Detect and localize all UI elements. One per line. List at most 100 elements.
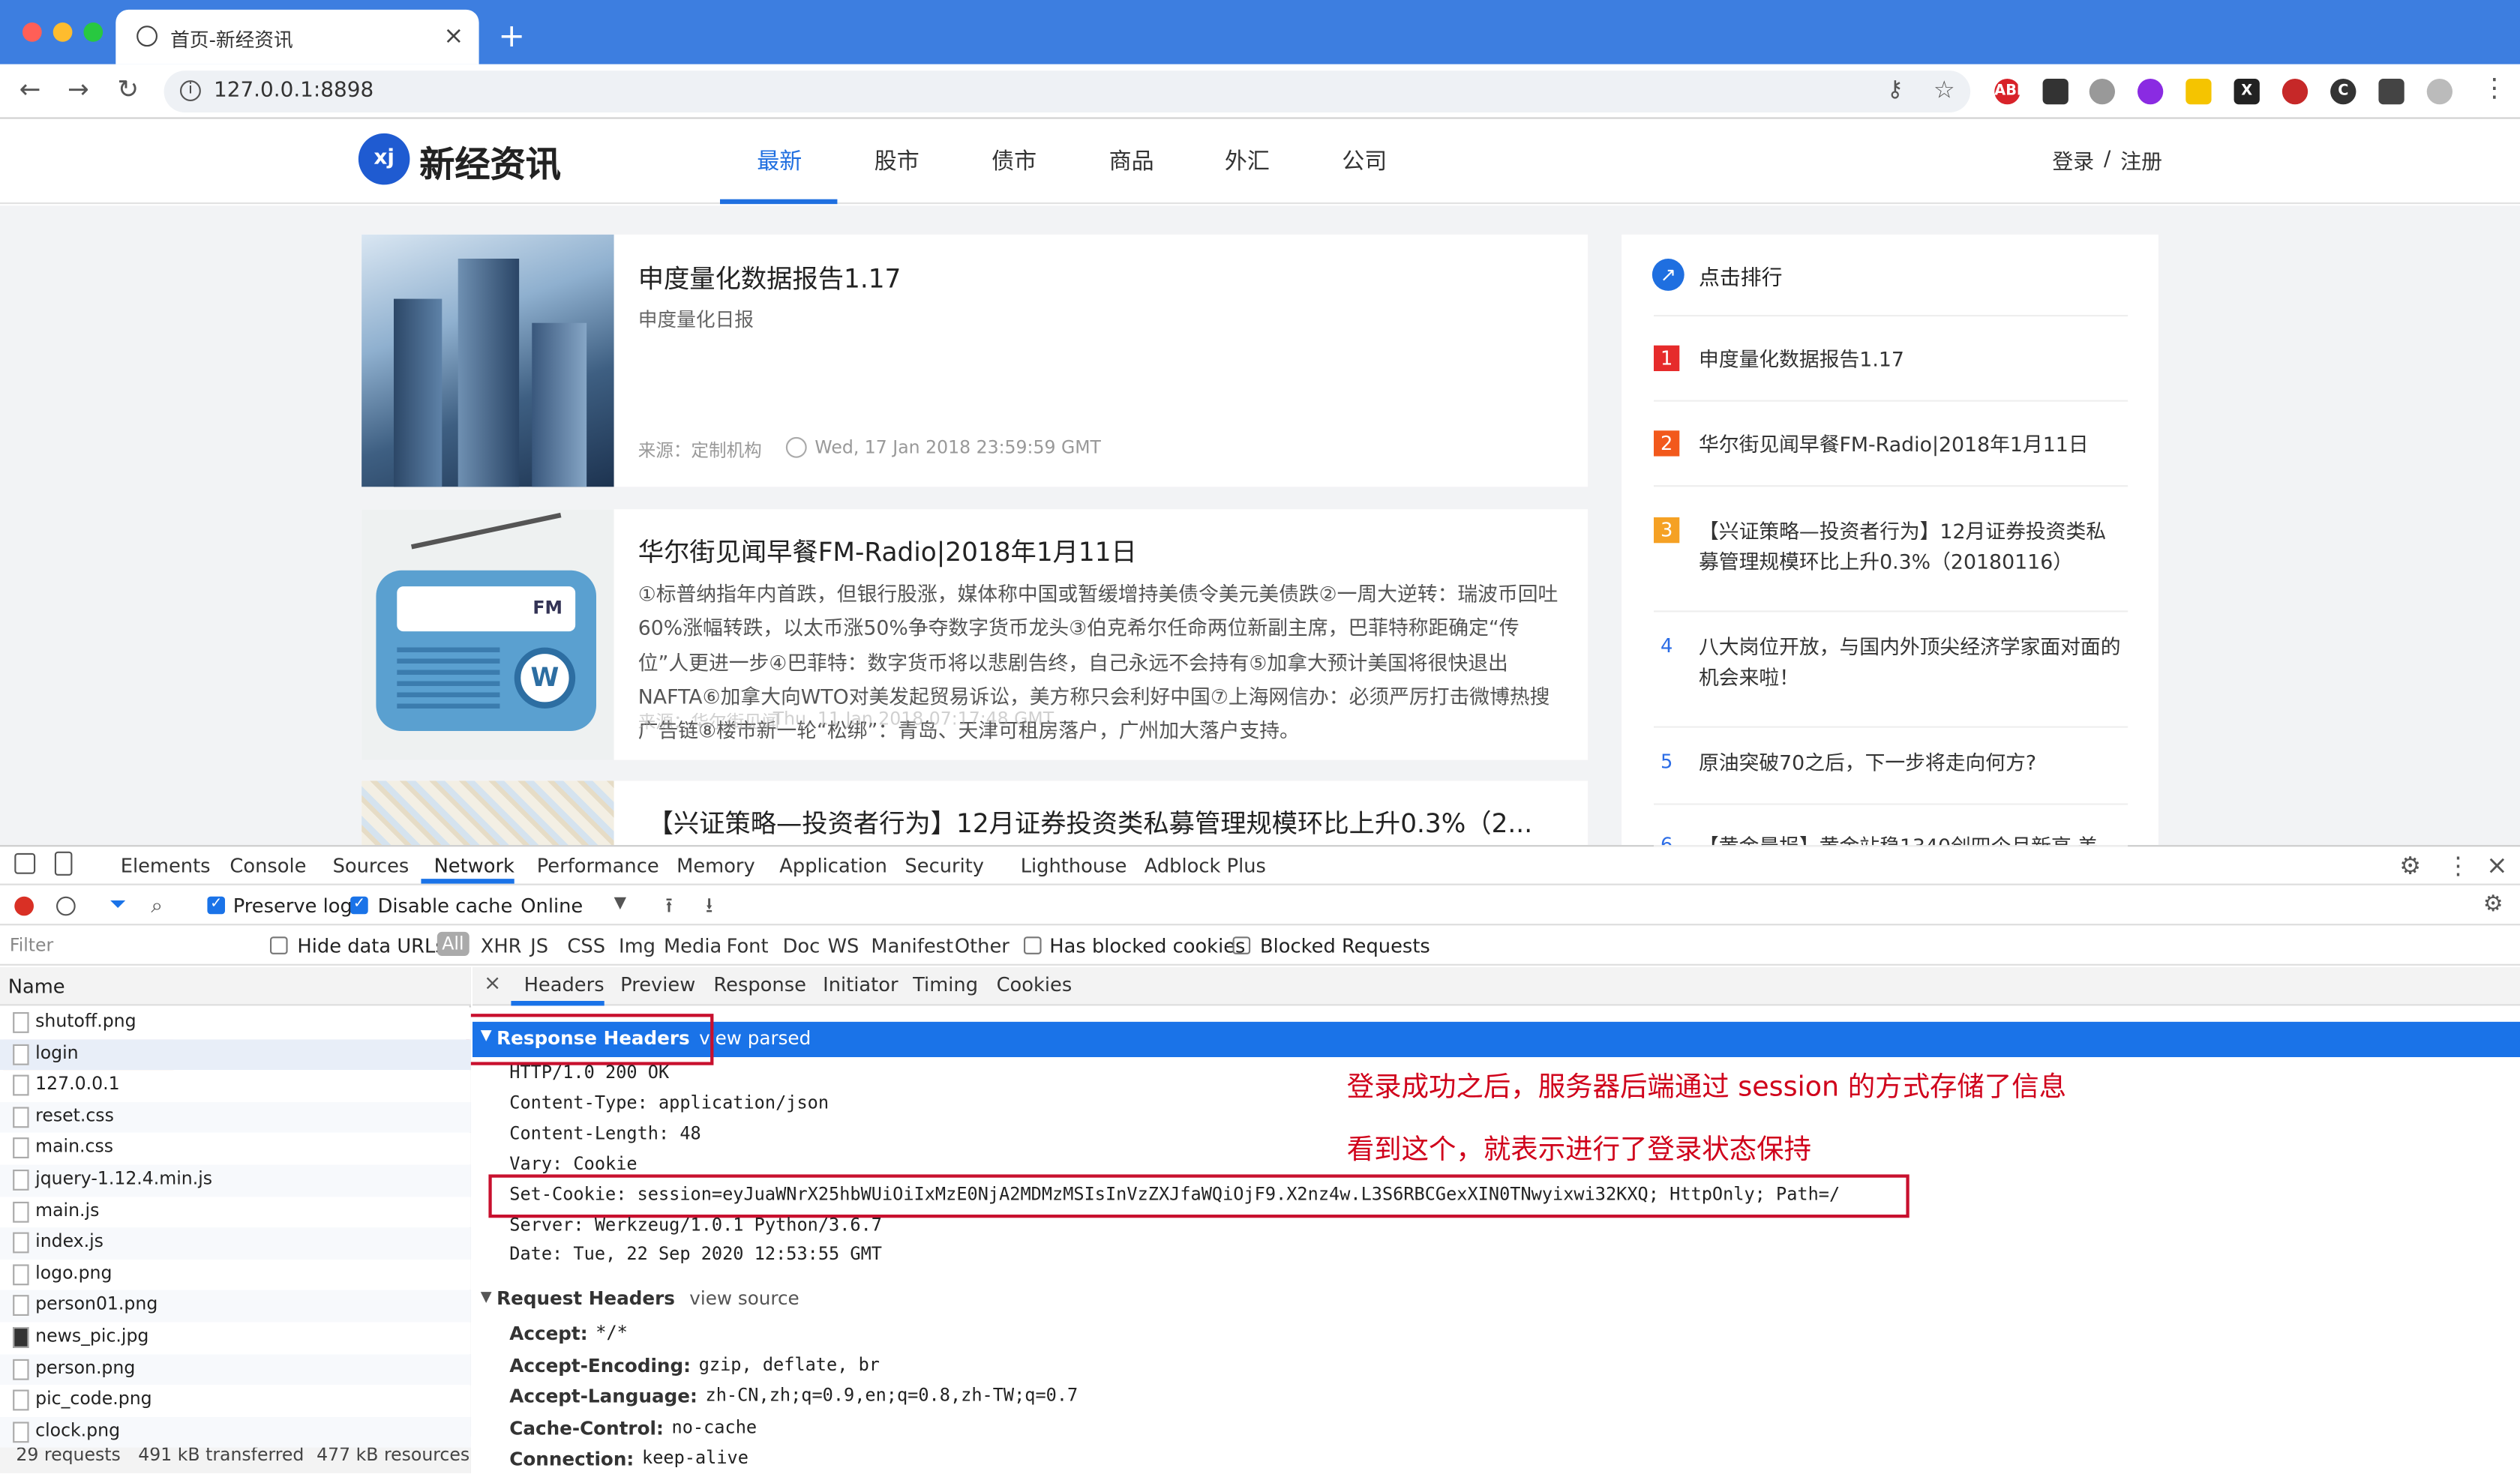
globe-extension-icon[interactable] <box>2089 79 2115 105</box>
ranking-item[interactable]: 1 申度量化数据报告1.17 <box>1654 340 2128 402</box>
article-card[interactable]: 申度量化数据报告1.17 申度量化日报 来源：定制机构 Wed, 17 Jan … <box>362 234 1588 487</box>
menu-kebab-icon[interactable]: ⋮ <box>2482 72 2507 103</box>
nav-bonds[interactable]: 债市 <box>992 145 1036 177</box>
extension-c-icon[interactable]: C <box>2330 79 2356 105</box>
detail-tab-preview[interactable]: Preview <box>620 974 695 996</box>
devtools-tab-performance[interactable]: Performance <box>537 855 659 877</box>
device-toggle-icon[interactable] <box>54 851 73 876</box>
request-row[interactable]: logo.png <box>0 1259 471 1291</box>
detail-tab-timing[interactable]: Timing <box>913 974 978 996</box>
profile-avatar-icon[interactable] <box>2426 79 2452 105</box>
filter-input[interactable]: Filter <box>6 931 251 961</box>
preserve-log-checkbox[interactable]: ✓ <box>207 896 225 915</box>
request-row[interactable]: person01.png <box>0 1290 471 1323</box>
nav-latest[interactable]: 最新 <box>757 145 802 177</box>
register-link[interactable]: 注册 <box>2120 145 2162 175</box>
request-row[interactable]: 127.0.0.1 <box>0 1070 471 1102</box>
devtools-tab-console[interactable]: Console <box>230 855 306 877</box>
record-icon[interactable] <box>14 896 34 916</box>
response-headers-section[interactable]: ▼ Response Headers view parsed <box>472 1021 2520 1057</box>
request-row[interactable]: news_pic.jpg <box>0 1322 471 1354</box>
network-settings-icon[interactable]: ⚙ <box>2483 891 2504 917</box>
login-link[interactable]: 登录 <box>2052 145 2094 175</box>
address-bar[interactable]: i 127.0.0.1:8898 ⚷ ☆ <box>164 70 1971 112</box>
throttle-select[interactable]: Online ▼ <box>511 890 633 922</box>
article-title[interactable]: 【兴证策略—投资者行为】12月证券投资类私募管理规模环比上升0.3%（2... <box>648 801 1533 840</box>
request-row[interactable]: jquery-1.12.4.min.js <box>0 1164 471 1197</box>
devtools-tab-security[interactable]: Security <box>904 855 984 877</box>
request-headers-section[interactable]: ▼ Request Headers view source <box>472 1284 2520 1316</box>
close-devtools-icon[interactable]: × <box>2486 850 2508 881</box>
detail-tab-initiator[interactable]: Initiator <box>823 974 898 996</box>
inspect-element-icon[interactable] <box>14 852 36 874</box>
close-detail-icon[interactable]: × <box>484 972 501 996</box>
ranking-item[interactable]: 2 华尔街见闻早餐FM-Radio|2018年1月11日 <box>1654 426 2128 487</box>
request-row[interactable]: shutoff.png <box>0 1007 471 1039</box>
forward-icon[interactable]: → <box>68 74 89 105</box>
settings-gear-icon[interactable]: ⚙ <box>2399 852 2421 881</box>
close-window-button[interactable] <box>22 22 42 42</box>
view-parsed-link[interactable]: view parsed <box>699 1026 811 1049</box>
disable-cache-checkbox[interactable]: ✓ <box>350 896 368 915</box>
article-title[interactable]: 华尔街见闻早餐FM-Radio|2018年1月11日 <box>638 530 1137 568</box>
type-filter-js[interactable]: JS <box>530 935 548 957</box>
request-row[interactable]: clock.png <box>0 1416 471 1449</box>
extension-x-icon[interactable]: X <box>2234 79 2260 105</box>
qr-code-icon[interactable] <box>2042 79 2068 105</box>
devtools-tab-adblock-plus[interactable]: Adblock Plus <box>1144 855 1266 877</box>
type-filter-css[interactable]: CSS <box>567 935 605 957</box>
devtools-tab-network[interactable]: Network <box>434 855 514 877</box>
puzzle-icon[interactable] <box>2378 79 2404 105</box>
filter-funnel-icon[interactable]: ⏷ <box>110 893 126 917</box>
has-blocked-cookies-checkbox[interactable] <box>1024 936 1042 954</box>
minimize-window-button[interactable] <box>52 22 73 42</box>
search-icon[interactable]: ⌕ <box>151 895 163 919</box>
request-row[interactable]: pic_code.png <box>0 1385 471 1417</box>
devtools-tab-memory[interactable]: Memory <box>676 855 755 877</box>
extension-bolt-icon[interactable] <box>2186 79 2212 105</box>
extension-red-icon[interactable] <box>2282 79 2308 105</box>
request-row[interactable]: index.js <box>0 1227 471 1260</box>
reload-icon[interactable]: ↻ <box>117 74 139 105</box>
request-row[interactable]: login <box>0 1038 471 1071</box>
hide-data-urls-checkbox[interactable] <box>270 936 288 954</box>
nav-commodities[interactable]: 商品 <box>1109 145 1154 177</box>
more-options-icon[interactable]: ⋮ <box>2446 852 2470 881</box>
bookmark-star-icon[interactable]: ☆ <box>1934 76 1955 105</box>
name-column-header[interactable]: Name <box>0 967 471 1006</box>
new-tab-button[interactable]: + <box>498 16 525 54</box>
request-row[interactable]: reset.css <box>0 1101 471 1134</box>
type-filter-all[interactable]: All <box>436 931 469 956</box>
type-filter-xhr[interactable]: XHR <box>481 935 522 957</box>
detail-tab-cookies[interactable]: Cookies <box>997 974 1072 996</box>
type-filter-doc[interactable]: Doc <box>783 935 820 957</box>
view-source-link[interactable]: view source <box>689 1287 799 1309</box>
type-filter-manifest[interactable]: Manifest <box>871 935 953 957</box>
devtools-tab-sources[interactable]: Sources <box>333 855 410 877</box>
ranking-item[interactable]: 5 原油突破70之后，下一步将走向何方? <box>1654 744 2128 805</box>
article-card[interactable]: 【兴证策略—投资者行为】12月证券投资类私募管理规模环比上升0.3%（2... <box>362 780 1588 846</box>
type-filter-font[interactable]: Font <box>727 935 769 957</box>
devtools-tab-lighthouse[interactable]: Lighthouse <box>1021 855 1127 877</box>
ranking-item[interactable]: 6 【黄金晨报】黄金站稳1340创四个月新高 美... <box>1654 828 2128 847</box>
nav-forex[interactable]: 外汇 <box>1225 145 1270 177</box>
detail-tab-headers[interactable]: Headers <box>524 974 604 996</box>
nav-stocks[interactable]: 股市 <box>874 145 920 177</box>
extension-purple-icon[interactable] <box>2138 79 2164 105</box>
type-filter-other[interactable]: Other <box>955 935 1010 957</box>
browser-tab[interactable]: 首页-新经资讯 × <box>116 9 479 64</box>
type-filter-media[interactable]: Media <box>664 935 722 957</box>
ranking-item[interactable]: 4 八大岗位开放，与国内外顶尖经济学家面对面的机会来啦！ <box>1654 628 2128 728</box>
article-card[interactable]: FM W 华尔街见闻早餐FM-Radio|2018年1月11日 ①标普纳指年内首… <box>362 509 1588 760</box>
type-filter-ws[interactable]: WS <box>828 935 860 957</box>
close-tab-icon[interactable]: × <box>443 21 464 50</box>
request-row[interactable]: person.png <box>0 1353 471 1386</box>
request-row[interactable]: main.css <box>0 1133 471 1165</box>
devtools-tab-elements[interactable]: Elements <box>121 855 211 877</box>
devtools-tab-application[interactable]: Application <box>779 855 887 877</box>
import-har-icon[interactable]: ⭱ <box>665 891 673 927</box>
type-filter-img[interactable]: Img <box>619 935 656 957</box>
export-har-icon[interactable]: ⭳ <box>706 891 713 927</box>
back-icon[interactable]: ← <box>20 74 41 105</box>
request-row[interactable]: main.js <box>0 1196 471 1228</box>
